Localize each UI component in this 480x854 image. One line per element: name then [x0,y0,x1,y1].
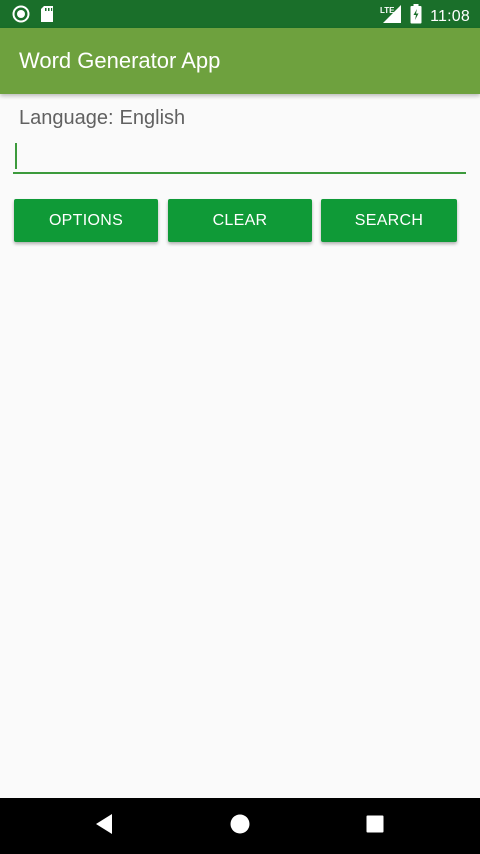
recents-button[interactable] [335,798,415,854]
status-time: 11:08 [430,7,470,25]
lte-signal-icon: LTE [380,4,402,29]
language-value: English [119,107,186,129]
status-left-icons [12,5,54,28]
sd-card-icon [40,5,54,28]
clear-button[interactable]: CLEAR [168,199,312,242]
text-cursor [15,143,17,169]
recents-icon [365,814,385,839]
language-label: Language: [19,107,114,129]
battery-charging-icon [410,4,422,29]
word-input[interactable] [13,140,466,174]
home-icon [229,813,251,840]
home-button[interactable] [200,798,280,854]
notification-circle-icon [12,5,30,28]
app-title: Word Generator App [19,48,221,73]
back-button[interactable] [64,798,144,854]
language-row: Language: English [19,106,185,130]
back-icon [94,813,114,840]
search-button[interactable]: SEARCH [321,199,457,242]
status-right-icons: LTE 11:08 [380,4,470,29]
network-label: LTE [380,6,395,15]
app-screen: LTE 11:08 Word Generator App Language: En… [0,0,480,854]
app-bar: Word Generator App [0,28,480,94]
options-button[interactable]: OPTIONS [14,199,158,242]
navigation-bar [0,798,480,854]
status-bar: LTE 11:08 [0,0,480,28]
